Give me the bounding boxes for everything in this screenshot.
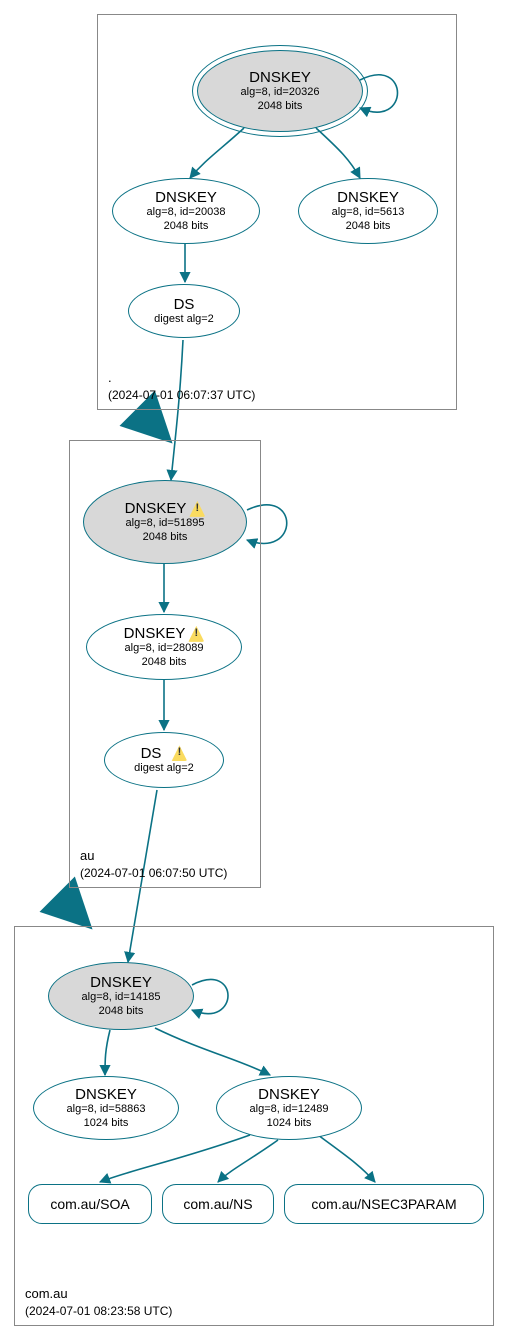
node-root-extra-title: DNSKEY <box>337 189 399 206</box>
node-comau-ksk: DNSKEY alg=8, id=14185 2048 bits <box>48 962 194 1030</box>
node-comau-soa-label: com.au/SOA <box>50 1196 129 1212</box>
node-comau-nsec: com.au/NSEC3PARAM <box>284 1184 484 1224</box>
node-root-ksk: DNSKEY alg=8, id=20326 2048 bits <box>197 50 363 132</box>
zone-au-label: au (2024-07-01 06:07:50 UTC) <box>80 847 227 881</box>
node-comau-zsk1-alg: alg=8, id=58863 <box>67 1103 146 1116</box>
node-root-ds-title: DS <box>174 296 195 313</box>
zone-au-timestamp: (2024-07-01 06:07:50 UTC) <box>80 865 227 881</box>
node-au-ds-title: DS <box>141 745 162 762</box>
node-comau-soa: com.au/SOA <box>28 1184 152 1224</box>
node-root-zsk-bits: 2048 bits <box>164 220 209 233</box>
zone-root-timestamp: (2024-07-01 06:07:37 UTC) <box>108 387 255 403</box>
node-comau-ns-label: com.au/NS <box>183 1196 252 1212</box>
zone-comau-timestamp: (2024-07-01 08:23:58 UTC) <box>25 1303 172 1319</box>
node-comau-zsk1-title: DNSKEY <box>75 1086 137 1103</box>
node-au-zsk-title: DNSKEY <box>124 625 186 642</box>
node-root-ksk-bits: 2048 bits <box>258 100 303 113</box>
node-comau-nsec-label: com.au/NSEC3PARAM <box>311 1196 456 1212</box>
node-comau-ksk-title: DNSKEY <box>90 974 152 991</box>
node-au-zsk-alg: alg=8, id=28089 <box>125 642 204 655</box>
node-comau-zsk2-alg: alg=8, id=12489 <box>250 1103 329 1116</box>
node-au-ksk-bits: 2048 bits <box>143 531 188 544</box>
node-au-zsk-bits: 2048 bits <box>142 656 187 669</box>
node-au-ksk-alg: alg=8, id=51895 <box>126 517 205 530</box>
node-root-ksk-title: DNSKEY <box>249 69 311 86</box>
node-comau-zsk1-bits: 1024 bits <box>84 1117 129 1130</box>
node-au-ds-digest: digest alg=2 <box>134 762 194 775</box>
dnssec-diagram: . (2024-07-01 06:07:37 UTC) DNSKEY alg=8… <box>0 0 507 1344</box>
node-root-extra: DNSKEY alg=8, id=5613 2048 bits <box>298 178 438 244</box>
node-root-zsk-alg: alg=8, id=20038 <box>147 206 226 219</box>
node-comau-zsk2-title: DNSKEY <box>258 1086 320 1103</box>
zone-comau-name: com.au <box>25 1285 172 1303</box>
warning-icon <box>189 501 205 517</box>
node-root-extra-bits: 2048 bits <box>346 220 391 233</box>
zone-au-name: au <box>80 847 227 865</box>
node-au-ds: DS digest alg=2 <box>104 732 224 788</box>
node-comau-ksk-bits: 2048 bits <box>99 1005 144 1018</box>
node-root-ksk-alg: alg=8, id=20326 <box>241 86 320 99</box>
node-au-zsk: DNSKEY alg=8, id=28089 2048 bits <box>86 614 242 680</box>
node-comau-zsk2: DNSKEY alg=8, id=12489 1024 bits <box>216 1076 362 1140</box>
node-comau-zsk2-bits: 1024 bits <box>267 1117 312 1130</box>
edge-into-comau-zone <box>75 912 89 926</box>
zone-root-label: . (2024-07-01 06:07:37 UTC) <box>108 369 255 403</box>
node-root-zsk-title: DNSKEY <box>155 189 217 206</box>
node-root-ds: DS digest alg=2 <box>128 284 240 338</box>
zone-comau-label: com.au (2024-07-01 08:23:58 UTC) <box>25 1285 172 1319</box>
node-comau-zsk1: DNSKEY alg=8, id=58863 1024 bits <box>33 1076 179 1140</box>
node-au-ksk: DNSKEY alg=8, id=51895 2048 bits <box>83 480 247 564</box>
warning-icon <box>188 626 204 642</box>
node-au-ksk-title: DNSKEY <box>125 500 187 517</box>
node-root-ds-digest: digest alg=2 <box>154 313 214 326</box>
zone-root-name: . <box>108 369 255 387</box>
node-root-zsk: DNSKEY alg=8, id=20038 2048 bits <box>112 178 260 244</box>
node-comau-ksk-alg: alg=8, id=14185 <box>82 991 161 1004</box>
node-comau-ns: com.au/NS <box>162 1184 274 1224</box>
warning-icon <box>171 745 187 761</box>
node-root-extra-alg: alg=8, id=5613 <box>332 206 405 219</box>
edge-into-au-zone <box>155 426 169 440</box>
